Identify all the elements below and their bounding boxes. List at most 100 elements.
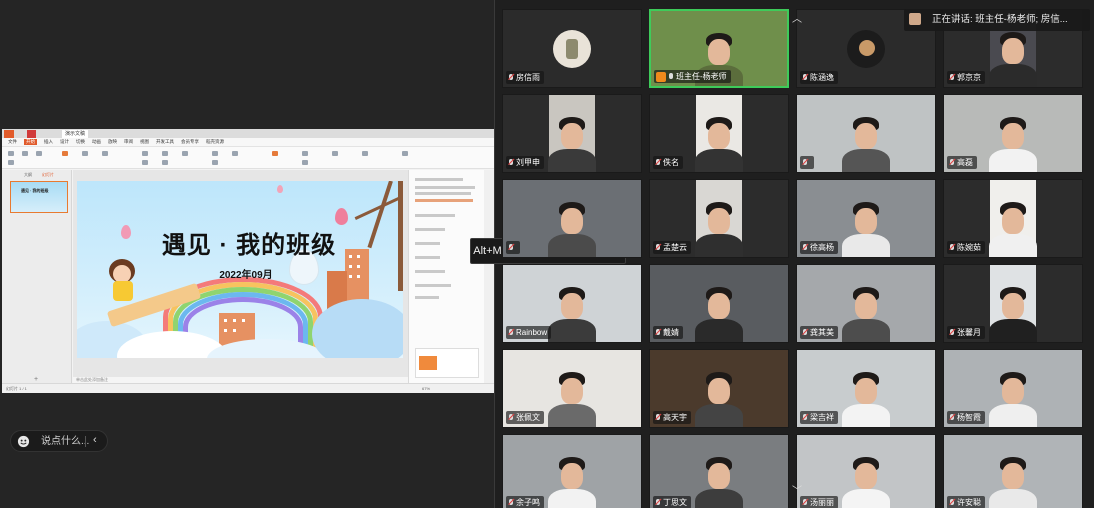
wps-logo[interactable] <box>4 130 14 138</box>
participant-face <box>561 463 583 489</box>
menu-review[interactable]: 审阅 <box>124 139 133 145</box>
participant-shirt <box>548 489 596 508</box>
participant-tile[interactable]: 杨智霞 <box>943 349 1083 428</box>
cut-icon[interactable] <box>22 151 28 156</box>
pane-line <box>415 284 451 287</box>
slide-title[interactable]: 遇见 · 我的班级 <box>149 225 349 260</box>
tab-outline[interactable]: 大纲 <box>24 172 32 178</box>
participant-tile[interactable]: 丁思文 <box>649 434 789 508</box>
participant-tile[interactable]: 许安聪 <box>943 434 1083 508</box>
app-home-tab[interactable] <box>27 130 36 138</box>
participant-face <box>855 378 877 404</box>
participant-tile[interactable]: 梁吉祥 <box>796 349 936 428</box>
menu-design[interactable]: 设计 <box>60 139 69 145</box>
participant-tile[interactable]: 房信雨 <box>502 9 642 88</box>
participant-name: 汤丽丽 <box>810 498 834 507</box>
underline-icon[interactable] <box>162 160 168 165</box>
menu-view[interactable]: 视图 <box>140 139 149 145</box>
chevron-up-icon[interactable]: ︿ <box>792 10 802 25</box>
participant-shirt <box>695 319 743 342</box>
participant-shirt <box>989 489 1037 508</box>
mic-muted-icon <box>949 243 955 252</box>
find-icon[interactable] <box>362 151 368 156</box>
paste-icon[interactable] <box>8 151 14 156</box>
collapse-icon[interactable]: ‹ <box>93 434 97 446</box>
menu-transition[interactable]: 切换 <box>76 139 85 145</box>
tab-slides[interactable]: 幻灯片 <box>42 172 54 178</box>
participant-tile[interactable]: 张佩文 <box>502 349 642 428</box>
participant-shirt <box>695 489 743 508</box>
select-icon[interactable] <box>402 151 408 156</box>
zoom-level[interactable]: 67% <box>422 386 430 391</box>
participant-tile[interactable]: 班主任-杨老师 <box>649 9 789 88</box>
comment-bar[interactable]: 说点什么... ‹ <box>10 430 108 452</box>
video-feed <box>989 265 1037 342</box>
text-box-icon[interactable] <box>272 151 278 156</box>
participant-tile[interactable]: 高天宇 <box>649 349 789 428</box>
pane-line <box>415 214 455 217</box>
participant-name-label: 戴婧 <box>653 326 683 339</box>
participant-tile[interactable] <box>502 179 642 258</box>
slide-thumbnail[interactable]: 遇见 · 我的班级 <box>10 181 68 213</box>
participant-tile[interactable]: 戴婧 <box>649 264 789 343</box>
participant-tile[interactable]: 余子鸣 <box>502 434 642 508</box>
participant-tile[interactable] <box>796 94 936 173</box>
participant-tile[interactable]: 张馨月 <box>943 264 1083 343</box>
menu-member[interactable]: 会员专享 <box>181 139 199 145</box>
participant-name-label: 张馨月 <box>947 326 985 339</box>
new-slide-icon[interactable] <box>62 151 68 156</box>
document-tab[interactable]: 演示文稿 <box>62 130 89 138</box>
slide-date[interactable]: 2022年09月 <box>201 266 291 281</box>
bullet-icon[interactable] <box>212 160 218 165</box>
participant-name: 梁吉祥 <box>810 413 834 422</box>
slide[interactable]: 遇见 · 我的班级 2022年09月 <box>77 181 403 358</box>
italic-icon[interactable] <box>182 151 188 156</box>
reset-icon[interactable] <box>102 151 108 156</box>
shape-icon[interactable] <box>302 151 308 156</box>
menu-developer[interactable]: 开发工具 <box>156 139 174 145</box>
menu-insert[interactable]: 插入 <box>44 139 53 145</box>
align-center-icon[interactable] <box>232 151 238 156</box>
font-size-icon[interactable] <box>142 160 148 165</box>
participant-tile[interactable]: 刘甲申 <box>502 94 642 173</box>
template-card[interactable] <box>415 348 479 378</box>
participant-name: 孟楚云 <box>663 243 687 252</box>
menu-animation[interactable]: 动画 <box>92 139 101 145</box>
participant-grid: 房信雨 班主任-杨老师 陈涵逸 郭京京 刘甲申 佚名 高磊 孟楚云 徐高杨 陈婉茹 Rainbow 戴… <box>500 6 1094 508</box>
fill-icon[interactable] <box>302 160 308 165</box>
participant-tile[interactable]: 龚其美 <box>796 264 936 343</box>
smiley-icon[interactable] <box>17 435 30 448</box>
align-left-icon[interactable] <box>212 151 218 156</box>
menu-file[interactable]: 文件 <box>8 139 17 145</box>
menu-home[interactable]: 开始 <box>24 139 37 145</box>
participant-tile[interactable]: 徐高杨 <box>796 179 936 258</box>
arrange-icon[interactable] <box>332 151 338 156</box>
mic-muted-icon <box>655 243 661 252</box>
chevron-down-icon[interactable]: ﹀ <box>792 482 802 497</box>
format-painter-icon[interactable] <box>36 151 42 156</box>
bold-icon[interactable] <box>162 151 168 156</box>
participant-name-label: 龚其美 <box>800 326 838 339</box>
menu-docer[interactable]: 稻壳资源 <box>206 139 224 145</box>
participant-name: Rainbow <box>516 328 548 337</box>
mic-muted-icon <box>508 413 514 422</box>
participant-name: 张馨月 <box>957 328 981 337</box>
font-icon[interactable] <box>142 151 148 156</box>
participant-shirt <box>842 149 890 172</box>
participant-tile[interactable]: 陈婉茹 <box>943 179 1083 258</box>
mic-muted-icon <box>508 73 514 82</box>
participant-name-label: 丁思文 <box>653 496 691 508</box>
layout-icon[interactable] <box>82 151 88 156</box>
participant-face <box>1002 208 1024 234</box>
participant-tile[interactable]: 佚名 <box>649 94 789 173</box>
mic-muted-icon <box>655 413 661 422</box>
participant-tile[interactable]: 汤丽丽 <box>796 434 936 508</box>
menu-slideshow[interactable]: 放映 <box>108 139 117 145</box>
participant-tile[interactable]: Rainbow <box>502 264 642 343</box>
participant-name-label: 梁吉祥 <box>800 411 838 424</box>
comment-input[interactable]: 说点什么... <box>41 435 89 448</box>
participant-tile[interactable]: 孟楚云 <box>649 179 789 258</box>
copy-icon[interactable] <box>8 160 14 165</box>
participant-tile[interactable]: 高磊 <box>943 94 1083 173</box>
add-slide-icon[interactable]: + <box>34 376 38 383</box>
